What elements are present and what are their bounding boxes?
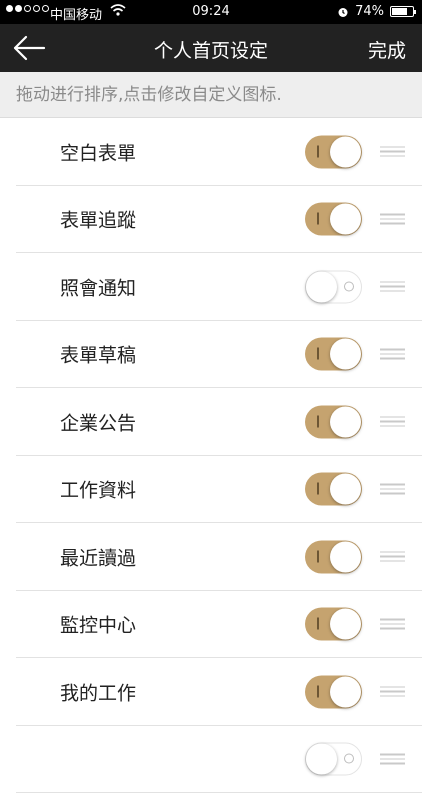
drag-handle-icon[interactable] xyxy=(380,484,405,495)
toggle-knob xyxy=(306,744,337,775)
instruction-hint: 拖动进行排序,点击修改自定义图标. xyxy=(0,72,422,118)
list-item[interactable]: 照會通知 xyxy=(0,253,422,321)
toggle-knob xyxy=(330,406,361,437)
list-item[interactable]: 表單追蹤 xyxy=(0,186,422,254)
battery-icon xyxy=(390,6,414,17)
toggle-switch[interactable] xyxy=(305,608,362,641)
toggle-switch[interactable] xyxy=(305,270,362,303)
list-item-label: 企業公告 xyxy=(60,408,136,435)
list-item-label: 空白表單 xyxy=(60,138,136,165)
toggle-knob xyxy=(330,541,361,572)
list-item-label: 表單草稿 xyxy=(60,341,136,368)
done-button[interactable]: 完成 xyxy=(368,36,406,63)
toggle-on-mark-icon xyxy=(317,550,319,562)
toggle-switch[interactable] xyxy=(305,675,362,708)
toggle-knob xyxy=(330,676,361,707)
toggle-switch[interactable] xyxy=(305,473,362,506)
list-item[interactable]: 工作資料 xyxy=(0,456,422,524)
list-item-label: 照會通知 xyxy=(60,273,136,300)
list-item-label: 表單追蹤 xyxy=(60,206,136,233)
list-item[interactable]: 最近讀過 xyxy=(0,523,422,591)
toggle-on-mark-icon xyxy=(317,213,319,225)
drag-handle-icon[interactable] xyxy=(380,349,405,360)
drag-handle-icon[interactable] xyxy=(380,146,405,157)
toggle-on-mark-icon xyxy=(317,483,319,495)
drag-handle-icon[interactable] xyxy=(380,686,405,697)
list-item-label: 最近讀過 xyxy=(60,543,136,570)
toggle-on-mark-icon xyxy=(317,145,319,157)
list-item[interactable]: 空白表單 xyxy=(0,118,422,186)
status-bar: 中国移动 09:24 74% xyxy=(0,0,422,24)
toggle-on-mark-icon xyxy=(317,685,319,697)
toggle-switch[interactable] xyxy=(305,135,362,168)
toggle-switch[interactable] xyxy=(305,338,362,371)
toggle-on-mark-icon xyxy=(317,618,319,630)
list-item[interactable]: 表單草稿 xyxy=(0,321,422,389)
drag-handle-icon[interactable] xyxy=(380,619,405,630)
toggle-switch[interactable] xyxy=(305,405,362,438)
toggle-knob xyxy=(330,204,361,235)
list-item-label: 監控中心 xyxy=(60,611,136,638)
toggle-knob xyxy=(330,136,361,167)
drag-handle-icon[interactable] xyxy=(380,214,405,225)
drag-handle-icon[interactable] xyxy=(380,281,405,292)
toggle-knob xyxy=(330,339,361,370)
module-list: 空白表單表單追蹤照會通知表單草稿企業公告工作資料最近讀過監控中心我的工作 xyxy=(0,118,422,793)
toggle-knob xyxy=(330,474,361,505)
toggle-switch[interactable] xyxy=(305,743,362,776)
toggle-switch[interactable] xyxy=(305,540,362,573)
list-item[interactable]: 我的工作 xyxy=(0,658,422,726)
toggle-knob xyxy=(330,609,361,640)
navigation-bar: 个人首页设定 完成 xyxy=(0,24,422,72)
list-item-label: 我的工作 xyxy=(60,678,136,705)
alarm-icon xyxy=(337,6,349,18)
toggle-switch[interactable] xyxy=(305,203,362,236)
list-item[interactable] xyxy=(0,726,422,793)
drag-handle-icon[interactable] xyxy=(380,754,405,765)
page-title: 个人首页设定 xyxy=(0,36,422,63)
list-item[interactable]: 企業公告 xyxy=(0,388,422,456)
toggle-on-mark-icon xyxy=(317,415,319,427)
toggle-on-mark-icon xyxy=(317,348,319,360)
battery-percent: 74% xyxy=(355,4,384,19)
list-item[interactable]: 監控中心 xyxy=(0,591,422,659)
toggle-off-mark-icon xyxy=(344,281,354,291)
list-item-label: 工作資料 xyxy=(60,476,136,503)
drag-handle-icon[interactable] xyxy=(380,416,405,427)
toggle-off-mark-icon xyxy=(344,754,354,764)
drag-handle-icon[interactable] xyxy=(380,551,405,562)
toggle-knob xyxy=(306,271,337,302)
